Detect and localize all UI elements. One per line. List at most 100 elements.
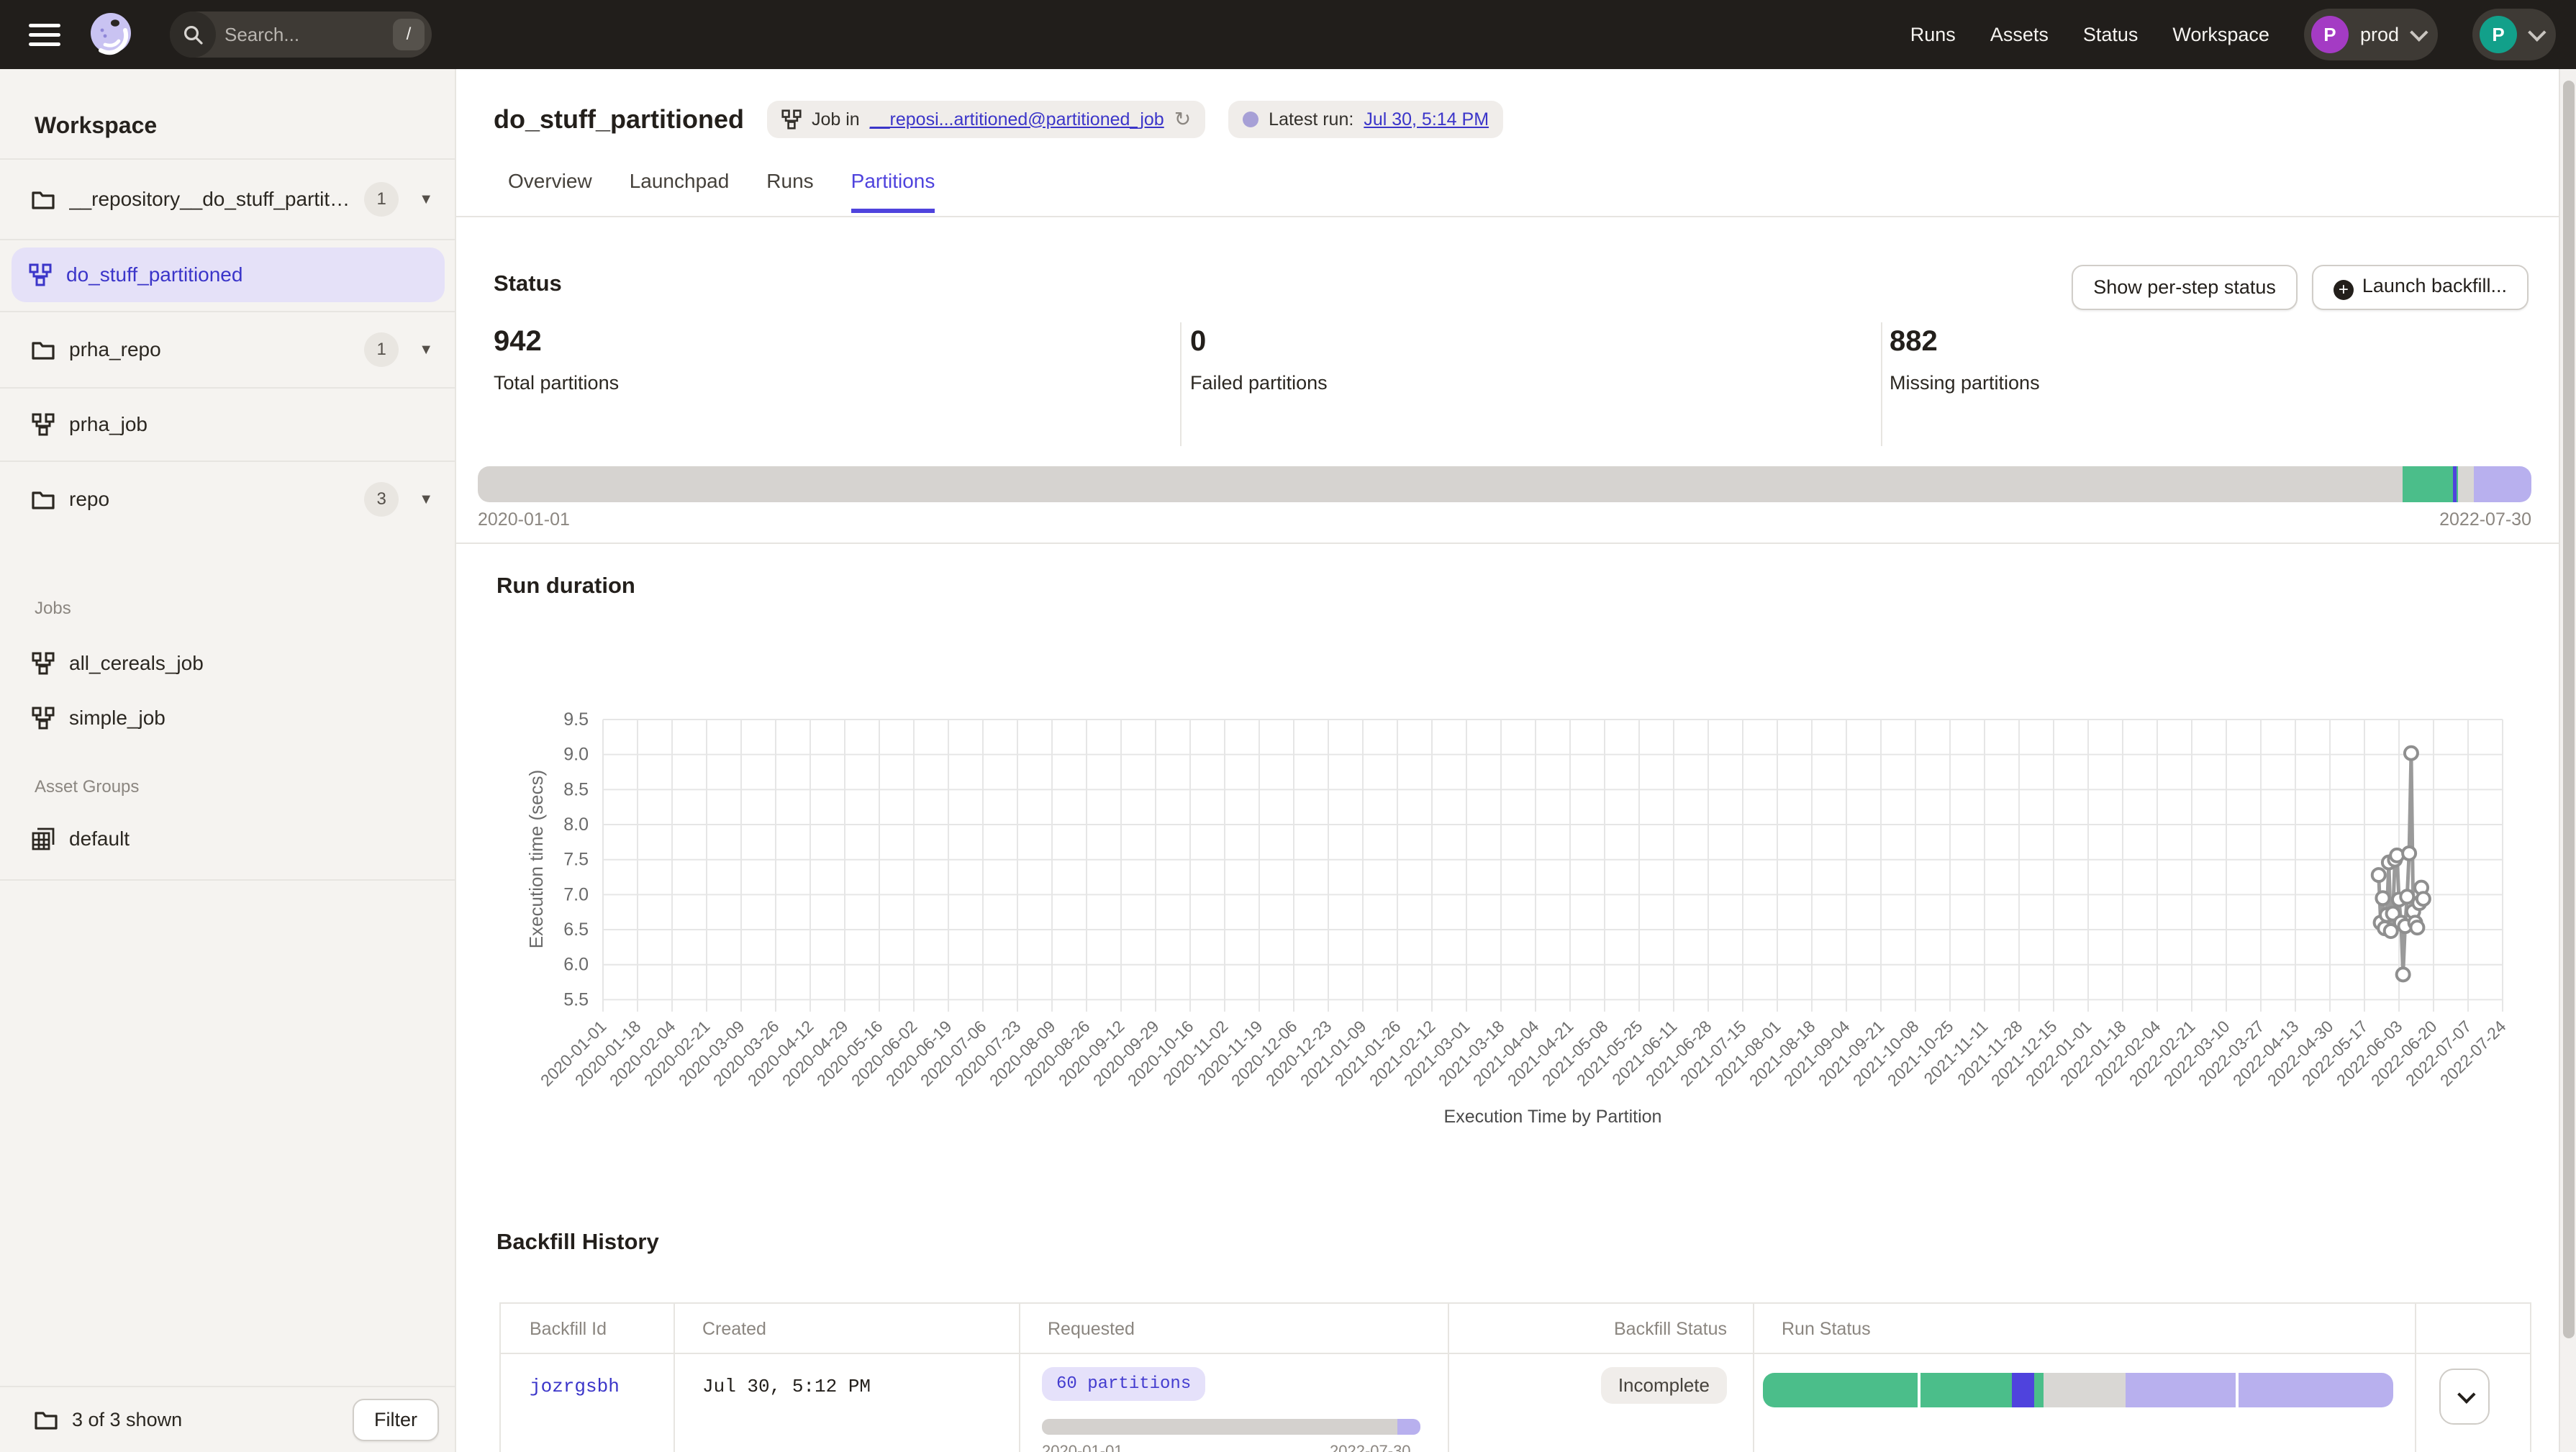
- svg-text:7.5: 7.5: [563, 850, 589, 870]
- job-icon: [32, 652, 55, 675]
- tabs-divider: [456, 216, 2576, 217]
- nav-link-workspace[interactable]: Workspace: [2172, 24, 2269, 46]
- tab-launchpad[interactable]: Launchpad: [630, 170, 730, 213]
- plus-circle-icon: +: [2334, 280, 2354, 300]
- backfill-table: Backfill Id Created Requested Backfill S…: [499, 1302, 2531, 1452]
- sidebar-item-simple-job[interactable]: simple_job: [0, 699, 456, 737]
- scrollbar-thumb[interactable]: [2563, 81, 2575, 1338]
- stat-label: Failed partitions: [1190, 372, 1328, 394]
- search-icon: [170, 12, 216, 58]
- stat-value: 0: [1190, 325, 1328, 358]
- jobs-section-label: Jobs: [35, 599, 71, 619]
- top-nav: / Runs Assets Status Workspace P prod P: [0, 0, 2576, 69]
- tab-runs[interactable]: Runs: [766, 170, 813, 213]
- dagster-logo-icon[interactable]: [86, 10, 135, 59]
- sidebar-item-label: repo: [69, 488, 350, 511]
- stat-divider: [1881, 322, 1882, 446]
- user-avatar: P: [2480, 16, 2517, 53]
- col-run-status: Run Status: [1782, 1304, 1871, 1354]
- chevron-down-icon: [2528, 23, 2546, 41]
- caret-down-icon[interactable]: ▼: [413, 491, 439, 508]
- search-input[interactable]: [216, 24, 393, 46]
- main-content: do_stuff_partitioned Job in __reposi...a…: [456, 69, 2576, 1452]
- sidebar-item-label: prha_repo: [69, 338, 350, 361]
- folder-icon: [35, 1410, 58, 1430]
- workspace-sidebar: Workspace __repository__do_stuff_partiti…: [0, 69, 456, 1452]
- svg-text:5.5: 5.5: [563, 989, 589, 1009]
- tab-overview[interactable]: Overview: [508, 170, 592, 213]
- page-title: do_stuff_partitioned: [494, 104, 744, 135]
- count-badge: 3: [364, 482, 399, 517]
- job-header: do_stuff_partitioned Job in __reposi...a…: [494, 98, 1503, 141]
- backfill-status-badge: Incomplete: [1601, 1367, 1727, 1404]
- job-icon: [32, 413, 55, 436]
- filter-button[interactable]: Filter: [353, 1399, 439, 1441]
- sidebar-heading: Workspace: [35, 112, 157, 139]
- folder-icon: [32, 189, 55, 209]
- stat-label: Missing partitions: [1890, 372, 2040, 394]
- svg-text:6.0: 6.0: [563, 955, 589, 975]
- requested-partitions-badge[interactable]: 60 partitions: [1042, 1367, 1205, 1401]
- caret-down-icon[interactable]: ▼: [413, 342, 439, 358]
- job-origin-link[interactable]: __reposi...artitioned@partitioned_job: [870, 109, 1164, 130]
- launch-backfill-button[interactable]: +Launch backfill...: [2312, 265, 2529, 310]
- col-requested: Requested: [1048, 1304, 1135, 1354]
- col-backfill-status: Backfill Status: [1614, 1304, 1727, 1354]
- hamburger-menu-icon[interactable]: [20, 10, 69, 59]
- search-box: /: [170, 12, 432, 58]
- sidebar-item-repository[interactable]: __repository__do_stuff_partitio... 1 ▼: [0, 160, 456, 239]
- sidebar-item-label: simple_job: [69, 707, 165, 730]
- user-menu[interactable]: P: [2472, 9, 2556, 60]
- svg-text:7.0: 7.0: [563, 884, 589, 904]
- refresh-icon[interactable]: ↻: [1174, 109, 1191, 130]
- latest-run-label: Latest run:: [1269, 109, 1353, 130]
- stat-value: 882: [1890, 325, 2040, 358]
- sidebar-item-repo[interactable]: repo 3 ▼: [0, 462, 456, 537]
- requested-range-end: 2022-07-30: [1330, 1442, 1411, 1452]
- sidebar-item-all-cereals-job[interactable]: all_cereals_job: [0, 645, 456, 682]
- sidebar-item-prha-repo[interactable]: prha_repo 1 ▼: [0, 312, 456, 387]
- status-actions: Show per-step status +Launch backfill...: [2072, 265, 2529, 310]
- expand-row-button[interactable]: [2439, 1369, 2490, 1425]
- count-badge: 1: [364, 182, 399, 217]
- partition-status-bar[interactable]: [478, 466, 2531, 502]
- job-origin-badge: Job in __reposi...artitioned@partitioned…: [767, 101, 1205, 138]
- backfill-id-link[interactable]: jozrgsbh: [530, 1376, 620, 1397]
- nav-link-runs[interactable]: Runs: [1910, 24, 1956, 46]
- latest-run-link[interactable]: Jul 30, 5:14 PM: [1364, 109, 1489, 130]
- stat-value: 942: [494, 325, 619, 358]
- tab-partitions[interactable]: Partitions: [851, 170, 935, 213]
- repos-shown-count: 3 of 3 shown: [72, 1409, 338, 1431]
- stat-failed-partitions: 0 Failed partitions: [1190, 325, 1328, 394]
- sidebar-item-label: do_stuff_partitioned: [66, 263, 242, 286]
- deployment-name: prod: [2360, 24, 2399, 46]
- sidebar-footer: 3 of 3 shown Filter: [0, 1386, 456, 1452]
- deployment-switcher[interactable]: P prod: [2304, 9, 2438, 60]
- run-duration-chart: 2020-01-012020-01-182020-02-042020-02-21…: [456, 616, 2536, 1141]
- sidebar-item-label: __repository__do_stuff_partitio...: [69, 188, 350, 211]
- partition-bar-dates: 2020-01-01 2022-07-30: [478, 509, 2531, 530]
- backfill-created: Jul 30, 5:12 PM: [702, 1376, 871, 1397]
- show-per-step-status-button[interactable]: Show per-step status: [2072, 265, 2298, 310]
- nav-link-status[interactable]: Status: [2083, 24, 2139, 46]
- sidebar-item-label: all_cereals_job: [69, 652, 204, 675]
- col-backfill-id: Backfill Id: [530, 1304, 607, 1354]
- job-icon: [32, 707, 55, 730]
- job-tabs: Overview Launchpad Runs Partitions: [508, 170, 935, 213]
- stat-missing-partitions: 882 Missing partitions: [1890, 325, 2040, 394]
- folder-icon: [32, 489, 55, 509]
- backfill-table-header: Backfill Id Created Requested Backfill S…: [501, 1304, 2530, 1354]
- svg-text:9.5: 9.5: [563, 709, 589, 730]
- caret-down-icon[interactable]: ▼: [413, 191, 439, 208]
- sidebar-item-default-asset-group[interactable]: default: [0, 820, 456, 858]
- sidebar-item-do-stuff-partitioned[interactable]: do_stuff_partitioned: [12, 248, 445, 302]
- asset-groups-section-label: Asset Groups: [35, 777, 139, 797]
- stat-total-partitions: 942 Total partitions: [494, 325, 619, 394]
- run-status-bar[interactable]: [1763, 1373, 2393, 1407]
- sidebar-item-prha-job[interactable]: prha_job: [0, 389, 456, 460]
- section-divider: [456, 543, 2576, 544]
- requested-progress-bar: [1042, 1419, 1420, 1435]
- nav-link-assets[interactable]: Assets: [1990, 24, 2049, 46]
- deployment-avatar: P: [2311, 16, 2349, 53]
- folder-icon: [32, 340, 55, 360]
